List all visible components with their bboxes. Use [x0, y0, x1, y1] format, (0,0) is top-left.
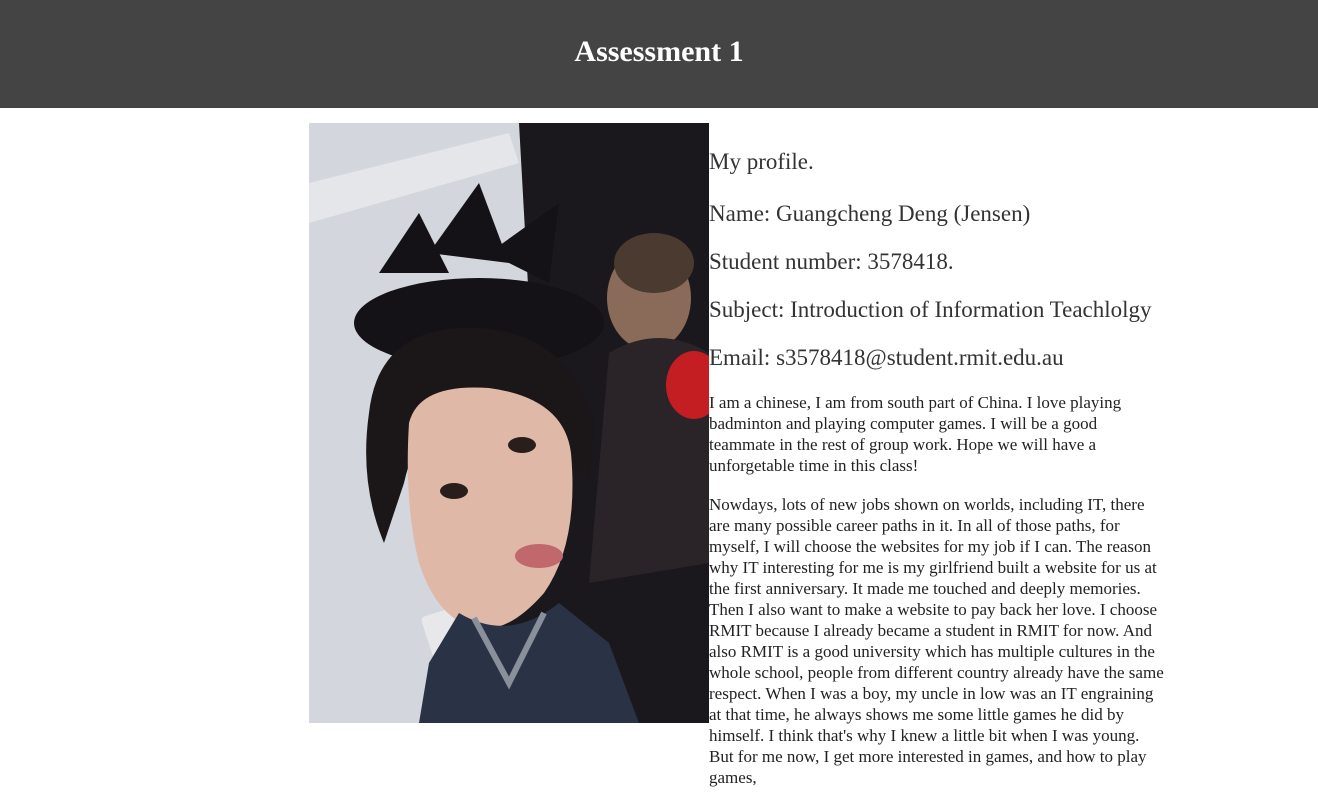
profile-subject: Subject: Introduction of Information Tea…: [709, 297, 1152, 322]
profile-student-number: Student number: 3578418.: [709, 249, 954, 274]
profile-name: Name: Guangcheng Deng (Jensen): [709, 201, 1031, 226]
profile-photo: [309, 123, 709, 723]
profile-email: Email: s3578418@student.rmit.edu.au: [709, 345, 1064, 370]
profile-content: My profile. Name: Guangcheng Deng (Jense…: [709, 148, 1164, 806]
profile-heading: My profile.: [709, 149, 814, 174]
profile-photo-illustration: [309, 123, 709, 723]
page-title: Assessment 1: [574, 35, 744, 68]
page-header: Assessment 1: [0, 0, 1318, 108]
profile-career-paragraph: Nowdays, lots of new jobs shown on world…: [709, 495, 1164, 787]
profile-intro-paragraph: I am a chinese, I am from south part of …: [709, 393, 1122, 475]
